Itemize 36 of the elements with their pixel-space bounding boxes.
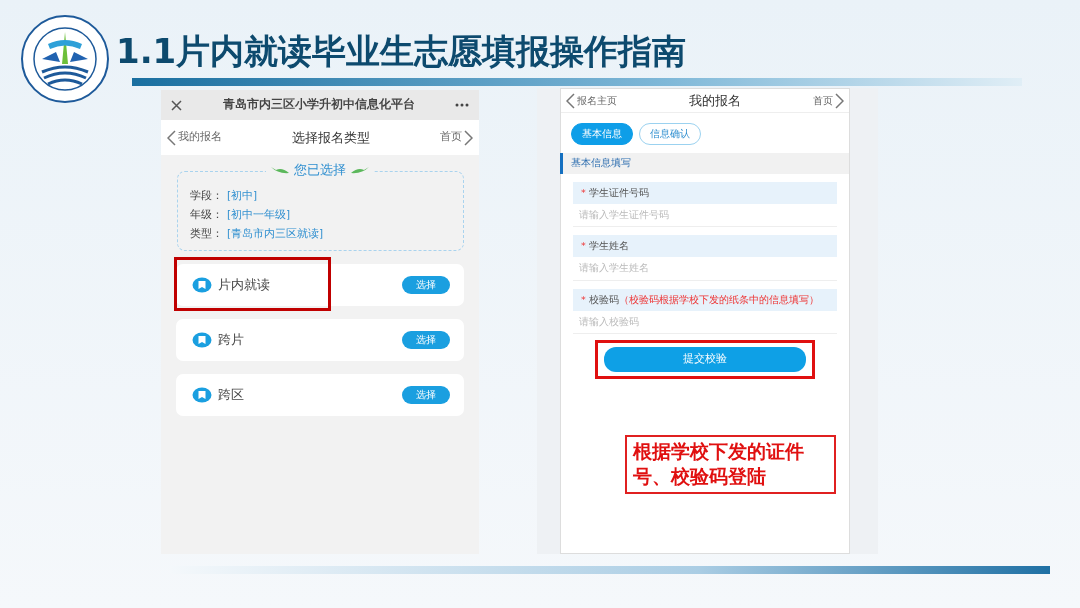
option-label: 跨片 — [218, 330, 244, 349]
message-icon — [192, 387, 212, 403]
option-row[interactable]: 跨区 选择 — [176, 374, 464, 416]
message-icon — [192, 332, 212, 348]
field-label: * 校验码（校验码根据学校下发的纸条中的信息填写） — [573, 288, 837, 311]
option-row[interactable]: 片内就读 选择 — [176, 264, 464, 306]
field-value: [初中一年级] — [227, 207, 291, 222]
home-link[interactable]: 首页 — [440, 129, 473, 146]
summary-heading: 您已选择 — [294, 161, 346, 179]
field-label: 学段： — [190, 188, 223, 203]
message-icon — [192, 277, 212, 293]
field-label: * 学生证件号码 — [573, 181, 837, 204]
option-label: 跨区 — [218, 385, 244, 404]
more-icon[interactable] — [455, 103, 469, 107]
field-value: [青岛市内三区就读] — [227, 226, 324, 241]
field-label: * 学生姓名 — [573, 235, 837, 258]
chevron-left-icon — [167, 129, 176, 146]
back-link[interactable]: 我的报名 — [167, 129, 222, 146]
tab[interactable]: 信息确认 — [639, 123, 701, 146]
slide-title: 1.1片内就读毕业生志愿填报操作指南 — [116, 33, 687, 71]
section-title: 基本信息填写 — [560, 153, 849, 174]
page-title: 我的报名 — [689, 91, 741, 110]
app-title: 青岛市内三区小学升初中信息化平台 — [222, 96, 415, 114]
field-value: [初中] — [227, 188, 258, 203]
home-link[interactable]: 首页 — [813, 92, 844, 109]
callout-note: 根据学校下发的证件号、校验码登陆 — [625, 434, 836, 494]
chevron-right-icon — [835, 92, 844, 109]
option-row[interactable]: 跨片 选择 — [176, 319, 464, 361]
close-icon[interactable] — [171, 99, 182, 111]
field-label: 类型： — [190, 226, 223, 241]
field-label: 年级： — [190, 207, 223, 222]
page-title: 选择报名类型 — [292, 128, 370, 147]
chevron-right-icon — [464, 129, 473, 146]
option-label: 片内就读 — [218, 275, 270, 294]
chevron-left-icon — [566, 92, 575, 109]
back-link[interactable]: 报名主页 — [566, 92, 617, 109]
